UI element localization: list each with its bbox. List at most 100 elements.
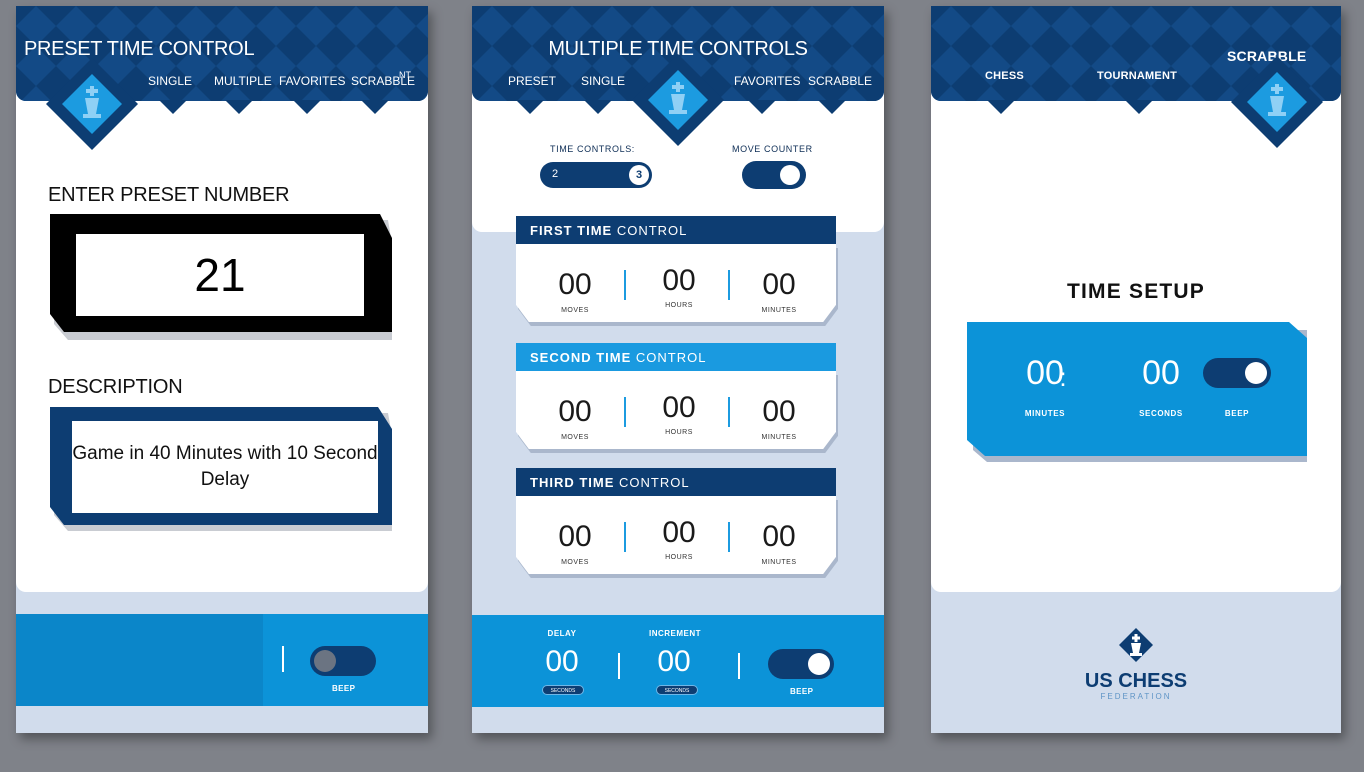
beep-label: BEEP xyxy=(332,684,356,693)
time-separator: : xyxy=(1059,362,1067,392)
title-rest: CONTROL xyxy=(616,223,688,238)
delay-unit: SECONDS xyxy=(542,685,584,695)
minutes-value[interactable]: 00 xyxy=(744,268,814,302)
tab-caret xyxy=(818,100,846,114)
title-rest: CONTROL xyxy=(635,350,707,365)
active-tab-preset[interactable] xyxy=(46,58,138,150)
tab-caret xyxy=(748,100,776,114)
divider xyxy=(624,397,626,427)
hours-value[interactable]: 00 xyxy=(644,516,714,550)
divider xyxy=(728,270,730,300)
moves-value[interactable]: 00 xyxy=(540,268,610,302)
preset-number-input[interactable]: 21 xyxy=(76,234,364,316)
move-counter-toggle[interactable] xyxy=(742,161,806,189)
second-time-control-title: SECOND TIME CONTROL xyxy=(516,343,836,371)
moves-value[interactable]: 00 xyxy=(540,395,610,429)
title-rest: CONTROL xyxy=(619,475,690,490)
toggle-knob xyxy=(780,165,800,185)
logo-subtitle: FEDERATION xyxy=(1100,692,1172,701)
title-bold: SECOND TIME xyxy=(530,350,632,365)
option-3-selected[interactable]: 3 xyxy=(629,165,649,185)
moves-value[interactable]: 00 xyxy=(540,520,610,554)
minutes-label: MINUTES xyxy=(1024,409,1066,418)
tab-favorites[interactable]: FAVORITES xyxy=(734,74,800,88)
minutes-label: MINUTES xyxy=(761,307,797,314)
increment-label: INCREMENT xyxy=(648,629,702,638)
divider xyxy=(738,653,740,679)
scrabble-panel: CHESS TOURNAMENT SCRABBLE TIME SETUP 00 … xyxy=(931,6,1341,733)
bottom-bar: DELAY 00 SECONDS INCREMENT 00 SECONDS BE… xyxy=(472,615,884,707)
title-bold: FIRST TIME xyxy=(530,223,613,238)
tab-caret xyxy=(293,100,321,114)
divider xyxy=(728,522,730,552)
hours-label: HOURS xyxy=(665,302,693,309)
time-controls-label: TIME CONTROLS: xyxy=(550,144,635,154)
tab-caret xyxy=(159,100,187,114)
beep-label: BEEP xyxy=(790,687,814,696)
tab-caret xyxy=(361,100,389,114)
minutes-label: MINUTES xyxy=(761,559,797,566)
tab-overflow[interactable]: NT xyxy=(399,70,411,80)
multiple-panel: MULTIPLE TIME CONTROLS PRESET SINGLE FAV… xyxy=(472,6,884,733)
hours-label: HOURS xyxy=(665,554,693,561)
tab-caret xyxy=(516,100,544,114)
tab-favorites[interactable]: FAVORITES xyxy=(279,74,345,88)
tab-caret xyxy=(584,100,612,114)
divider xyxy=(618,653,620,679)
hours-value[interactable]: 00 xyxy=(644,391,714,425)
hours-label: HOURS xyxy=(665,429,693,436)
minutes-label: MINUTES xyxy=(761,434,797,441)
beep-toggle[interactable] xyxy=(310,646,376,676)
toggle-knob xyxy=(314,650,336,672)
seconds-label: SECONDS xyxy=(1139,409,1183,418)
minutes-value[interactable]: 00 xyxy=(744,395,814,429)
beep-label: BEEP xyxy=(1224,409,1250,418)
divider xyxy=(282,646,284,672)
tab-preset[interactable]: PRESET xyxy=(508,74,556,88)
first-time-control: FIRST TIME CONTROL 00 MOVES 00 HOURS 00 … xyxy=(516,216,838,328)
delay-label: DELAY xyxy=(547,629,577,638)
toggle-knob xyxy=(808,653,830,675)
third-time-control: THIRD TIME CONTROL 00 MOVES 00 HOURS 00 … xyxy=(516,468,838,580)
us-chess-logo-icon xyxy=(1119,628,1153,662)
bottom-bar-left xyxy=(16,614,263,706)
preset-panel: PRESET TIME CONTROL SINGLE MULTIPLE FAVO… xyxy=(16,6,428,733)
moves-label: MOVES xyxy=(561,559,589,566)
tab-caret xyxy=(225,100,253,114)
move-counter-label: MOVE COUNTER xyxy=(732,144,813,154)
option-2[interactable]: 2 xyxy=(552,168,558,180)
active-tab-multiple[interactable] xyxy=(632,54,724,146)
toggle-knob xyxy=(1245,362,1267,384)
delay-value[interactable]: 00 xyxy=(532,645,592,679)
tab-single[interactable]: SINGLE xyxy=(148,74,192,88)
time-setup-title: TIME SETUP xyxy=(1066,280,1205,303)
seconds-value[interactable]: 00 xyxy=(1121,354,1201,393)
moves-label: MOVES xyxy=(561,307,589,314)
moves-label: MOVES xyxy=(561,434,589,441)
tab-scrabble[interactable]: SCRABBLE xyxy=(808,74,872,88)
tab-single[interactable]: SINGLE xyxy=(581,74,625,88)
second-time-control: SECOND TIME CONTROL 00 MOVES 00 HOURS 00… xyxy=(516,343,838,455)
tab-multiple[interactable]: MULTIPLE xyxy=(214,74,272,88)
third-time-control-title: THIRD TIME CONTROL xyxy=(516,468,836,496)
beep-toggle[interactable] xyxy=(768,649,834,679)
increment-value[interactable]: 00 xyxy=(644,645,704,679)
tab-tournament[interactable]: TOURNAMENT xyxy=(1097,70,1177,82)
active-tab-scrabble[interactable] xyxy=(1231,56,1323,148)
logo-title: US CHESS xyxy=(1084,670,1188,692)
preset-number-label: ENTER PRESET NUMBER xyxy=(48,184,290,206)
divider xyxy=(728,397,730,427)
divider xyxy=(624,270,626,300)
increment-unit: SECONDS xyxy=(656,685,698,695)
time-controls-selector[interactable]: 2 3 xyxy=(540,162,652,188)
tab-chess[interactable]: CHESS xyxy=(985,70,1024,82)
divider xyxy=(624,522,626,552)
first-time-control-title: FIRST TIME CONTROL xyxy=(516,216,836,244)
minutes-value[interactable]: 00 xyxy=(744,520,814,554)
description-text: Game in 40 Minutes with 10 Second Delay xyxy=(72,421,378,513)
tab-caret xyxy=(1125,100,1153,114)
hours-value[interactable]: 00 xyxy=(644,264,714,298)
beep-toggle[interactable] xyxy=(1203,358,1271,388)
title-bold: THIRD TIME xyxy=(530,475,615,490)
tab-caret xyxy=(987,100,1015,114)
